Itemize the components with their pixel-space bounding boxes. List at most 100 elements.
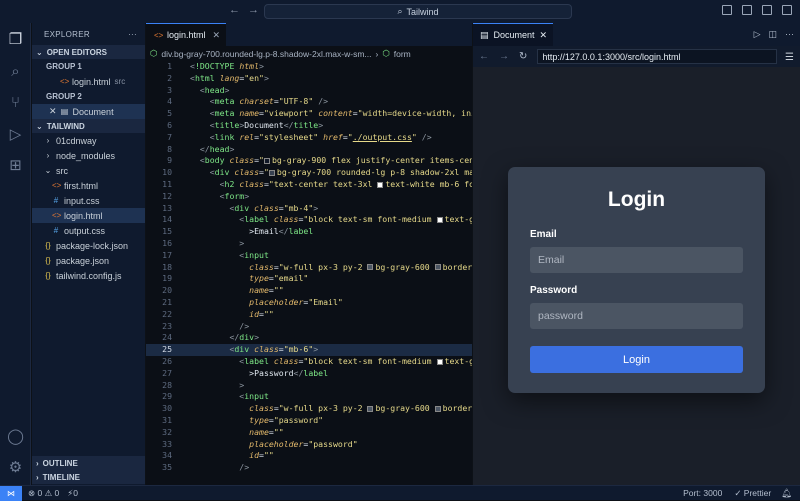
- run-debug-icon[interactable]: ▷: [6, 125, 25, 144]
- login-button[interactable]: Login: [530, 346, 743, 373]
- explorer-icon[interactable]: ❐: [6, 30, 25, 49]
- command-center[interactable]: ⌕ Tailwind: [264, 4, 572, 19]
- forward-arrow-icon[interactable]: →: [248, 4, 259, 16]
- tree-item[interactable]: ⌄ src: [32, 163, 145, 178]
- code-line: 14 <label class="block text-sm font-medi…: [162, 214, 472, 225]
- group-1-label[interactable]: GROUP 1: [32, 59, 145, 74]
- tree-item-label: first.html: [64, 180, 99, 191]
- element-icon: ⬡: [382, 48, 390, 58]
- browser-preview-icon: ▤: [60, 107, 69, 116]
- tree-item[interactable]: › node_modules: [32, 148, 145, 163]
- tree-item[interactable]: {} tailwind.config.js: [32, 268, 145, 283]
- more-actions-icon[interactable]: ···: [128, 30, 137, 39]
- close-icon[interactable]: ✕: [540, 30, 548, 41]
- reload-icon[interactable]: ↻: [519, 51, 527, 62]
- code-line: 9 <body class=" bg-gray-900 flex justify-…: [167, 155, 472, 166]
- html-file-icon: <>: [60, 77, 70, 86]
- code-line: 11 <h2 class="text-center text-3xl text-…: [162, 179, 472, 189]
- code-line: 35 />: [162, 462, 250, 473]
- chevron-down-icon: ⌄: [36, 121, 43, 131]
- toggle-panel-icon[interactable]: [742, 5, 752, 15]
- close-icon[interactable]: ✕: [212, 30, 220, 41]
- timeline-section[interactable]: › TIMELINE: [32, 470, 145, 484]
- code-line: 2 <html lang="en">: [167, 72, 269, 83]
- search-icon[interactable]: ⌕: [6, 62, 25, 81]
- menu-icon[interactable]: ☰: [785, 52, 794, 63]
- settings-gear-icon[interactable]: ⚙: [6, 458, 25, 477]
- remote-icon[interactable]: ⋈: [0, 485, 22, 501]
- tree-item[interactable]: › 01cdnway: [32, 133, 145, 148]
- code-line: 29 <input: [162, 391, 269, 402]
- prettier-status[interactable]: ✓ Prettier: [734, 488, 771, 499]
- code-line: 6 <title>Document</title>: [167, 120, 324, 130]
- simple-browser: ▤ Document ✕ ▷ ◫ ··· ← → ↻ http://127.0.…: [473, 23, 800, 485]
- more-actions-icon[interactable]: ···: [785, 29, 794, 40]
- toggle-sidebar-icon[interactable]: [722, 5, 732, 15]
- html-file-icon: <>: [154, 30, 164, 40]
- code-line: 22 id="": [162, 308, 274, 319]
- tree-item-label: 01cdnway: [56, 135, 97, 146]
- tree-item[interactable]: # output.css: [32, 223, 145, 238]
- tree-item-label: input.css: [64, 195, 100, 206]
- source-control-icon[interactable]: ⑂: [6, 93, 25, 112]
- tree-item-label: package.json: [56, 255, 110, 266]
- split-editor-icon[interactable]: ◫: [768, 29, 777, 40]
- notifications-bell-icon[interactable]: 🔔︎: [781, 488, 792, 499]
- workspace-title: Tailwind: [406, 6, 439, 17]
- run-icon[interactable]: ▷: [754, 29, 761, 40]
- tree-item-label: login.html: [64, 210, 103, 221]
- password-label: Password: [530, 285, 578, 296]
- customize-layout-icon[interactable]: [782, 5, 792, 15]
- explorer-header: EXPLORER ···: [44, 29, 137, 39]
- tab-login-html[interactable]: <> login.html ✕: [146, 23, 226, 46]
- tree-item[interactable]: {} package.json: [32, 253, 145, 268]
- html-file-icon: <>: [52, 181, 62, 190]
- account-icon[interactable]: ◯: [6, 427, 25, 446]
- group-2-label[interactable]: GROUP 2: [32, 89, 145, 104]
- code-line: 3 <head>: [167, 84, 230, 95]
- live-server-port[interactable]: Port: 3000: [683, 488, 722, 498]
- code-line: 5 <meta name="viewport" content="width=d…: [167, 108, 472, 119]
- element-icon: ⬡: [150, 48, 158, 58]
- password-input[interactable]: [530, 303, 743, 329]
- login-card: Login Email Password Login: [508, 167, 765, 393]
- open-editor-document[interactable]: ✕ ▤ Document: [32, 104, 145, 119]
- code-line: 26 <label class="block text-sm font-medi…: [162, 356, 472, 366]
- code-line: 32 name="": [162, 426, 284, 437]
- code-line: 23 />: [162, 320, 250, 331]
- email-label: Email: [530, 229, 557, 240]
- code-line: 10 <div class=" bg-gray-700 rounded-lg p-…: [162, 167, 472, 178]
- email-input[interactable]: [530, 247, 743, 273]
- json-file-icon: {}: [45, 256, 51, 265]
- outline-section[interactable]: › OUTLINE: [32, 456, 145, 470]
- tree-item[interactable]: # input.css: [32, 193, 145, 208]
- tree-item[interactable]: <> login.html: [32, 208, 145, 223]
- title-bar: ← → ⌕ Tailwind: [0, 0, 800, 23]
- code-line: 33 placeholder="password": [162, 438, 358, 449]
- workspace-section[interactable]: ⌄ TAILWIND: [32, 119, 145, 133]
- problems-indicator[interactable]: ⊗ 0 ⚠ 0: [28, 488, 59, 499]
- forward-arrow-icon[interactable]: →: [499, 51, 509, 62]
- code-line: 27 >Password</label: [162, 367, 329, 378]
- back-arrow-icon[interactable]: ←: [479, 51, 489, 62]
- chevron-right-icon: ›: [375, 48, 379, 59]
- back-arrow-icon[interactable]: ←: [229, 4, 240, 16]
- json-file-icon: {}: [45, 271, 51, 280]
- history-nav: ← →: [229, 4, 259, 16]
- code-line: 12 <form>: [162, 190, 250, 201]
- ports-indicator[interactable]: ⚡0: [67, 488, 78, 499]
- url-input[interactable]: http://127.0.0.1:3000/src/login.html: [537, 49, 778, 64]
- code-editor: <> login.html ✕ ⬡ div.bg-gray-700.rounde…: [146, 23, 472, 485]
- open-editors-section[interactable]: ⌄ OPEN EDITORS: [32, 45, 145, 59]
- code-line: 8 </head>: [167, 143, 235, 154]
- tree-item[interactable]: <> first.html: [32, 178, 145, 193]
- tree-item-label: node_modules: [56, 150, 116, 161]
- open-editor-login[interactable]: <> login.html src: [32, 74, 145, 89]
- tab-document[interactable]: ▤ Document ✕: [473, 23, 553, 46]
- tree-item-label: package-lock.json: [56, 240, 129, 251]
- extensions-icon[interactable]: ⊞: [6, 156, 25, 175]
- code-line: 24 </div>: [162, 332, 260, 343]
- tree-item[interactable]: {} package-lock.json: [32, 238, 145, 253]
- close-icon[interactable]: ✕: [49, 106, 57, 117]
- toggle-secondary-sidebar-icon[interactable]: [762, 5, 772, 15]
